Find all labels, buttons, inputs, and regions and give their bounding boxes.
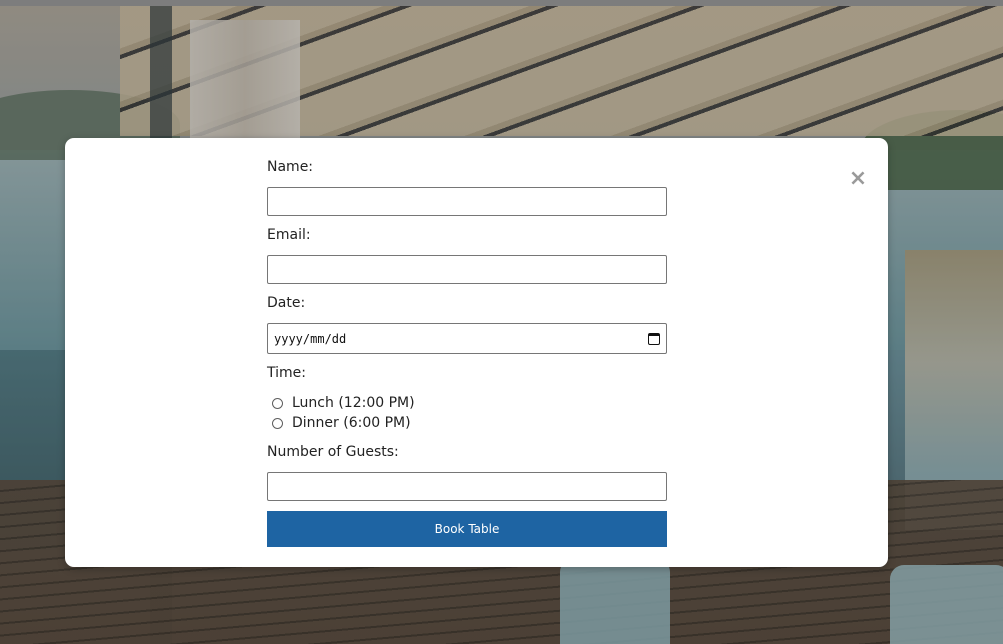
- time-option-label: Dinner (6:00 PM): [292, 415, 411, 431]
- top-bar: [0, 0, 1003, 6]
- booking-modal: × Name: Email: Date: yyyy/mm/dd Time: Lu…: [65, 138, 888, 567]
- name-label: Name:: [267, 159, 314, 175]
- radio-button[interactable]: [272, 417, 283, 429]
- time-option-dinner[interactable]: Dinner (6:00 PM): [272, 415, 411, 431]
- date-input[interactable]: yyyy/mm/dd: [267, 323, 667, 354]
- email-label: Email:: [267, 227, 311, 243]
- guests-label: Number of Guests:: [267, 444, 399, 460]
- time-label: Time:: [267, 365, 306, 381]
- email-input[interactable]: [267, 255, 667, 284]
- guests-input[interactable]: [267, 472, 667, 501]
- name-input[interactable]: [267, 187, 667, 216]
- calendar-icon[interactable]: [648, 332, 660, 345]
- time-option-label: Lunch (12:00 PM): [292, 395, 415, 411]
- date-placeholder: yyyy/mm/dd: [274, 331, 347, 346]
- close-icon[interactable]: ×: [848, 166, 868, 192]
- date-label: Date:: [267, 295, 306, 311]
- radio-button[interactable]: [272, 397, 283, 409]
- time-option-lunch[interactable]: Lunch (12:00 PM): [272, 395, 415, 411]
- book-table-button[interactable]: Book Table: [267, 511, 667, 547]
